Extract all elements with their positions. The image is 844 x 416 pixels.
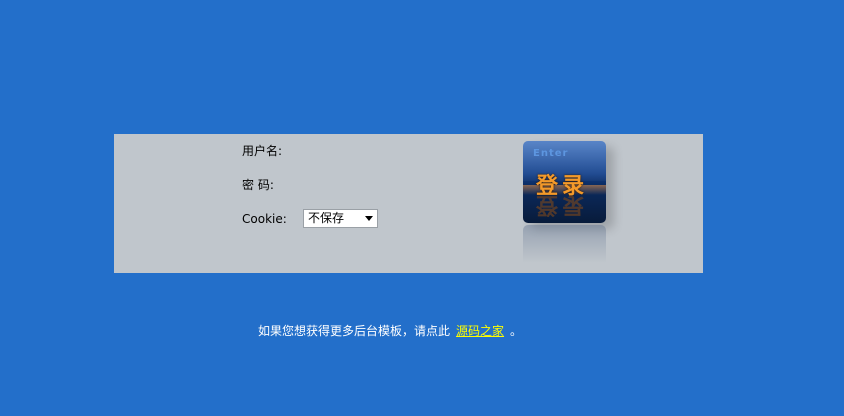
footer-prefix-text: 如果您想获得更多后台模板，请点此: [258, 324, 451, 338]
username-input[interactable]: [302, 143, 422, 159]
source-home-link[interactable]: 源码之家: [456, 324, 504, 338]
footer-suffix-text: 。: [510, 324, 523, 338]
login-button-reflection: [523, 225, 606, 263]
chevron-down-icon: [365, 216, 373, 221]
password-input[interactable]: [302, 177, 422, 193]
enter-label: Enter: [533, 148, 569, 159]
cookie-label: Cookie:: [242, 212, 287, 226]
login-panel: 用户名: 密 码: Cookie: 不保存 Enter 登录 登录: [114, 134, 703, 273]
login-label: 登录: [536, 174, 589, 199]
cookie-select[interactable]: 不保存: [303, 209, 378, 228]
cookie-select-value: 不保存: [308, 211, 345, 225]
login-button[interactable]: Enter 登录 登录: [523, 141, 606, 223]
footer-note: 如果您想获得更多后台模板，请点此 源码之家。: [258, 323, 522, 339]
username-label: 用户名:: [242, 144, 283, 158]
password-label: 密 码:: [242, 178, 274, 192]
